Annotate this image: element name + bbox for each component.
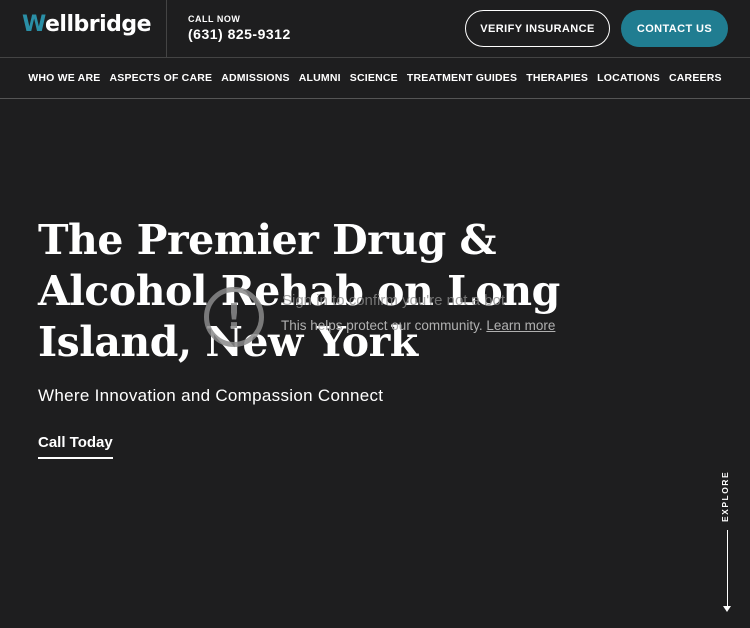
bot-check-title: Sign in to confirm you're not a bot (282, 292, 505, 309)
nav-item-who-we-are[interactable]: WHO WE ARE (28, 72, 100, 84)
explore-line (727, 530, 728, 610)
verify-insurance-button[interactable]: VERIFY INSURANCE (465, 10, 610, 47)
explore-label: EXPLORE (720, 470, 730, 522)
arrow-down-icon (723, 606, 731, 612)
main-nav: WHO WE ARE ASPECTS OF CARE ADMISSIONS AL… (0, 58, 750, 99)
nav-item-science[interactable]: SCIENCE (350, 72, 398, 84)
nav-item-alumni[interactable]: ALUMNI (299, 72, 341, 84)
learn-more-link[interactable]: Learn more (486, 318, 555, 333)
bot-check-text: This helps protect our community. Learn … (281, 318, 556, 333)
site-header: Wellbridge CALL NOW (631) 825-9312 VERIF… (0, 0, 750, 58)
contact-us-button[interactable]: CONTACT US (621, 10, 728, 47)
call-today-link[interactable]: Call Today (38, 434, 113, 459)
nav-item-locations[interactable]: LOCATIONS (597, 72, 660, 84)
nav-item-careers[interactable]: CAREERS (669, 72, 722, 84)
exclamation-circle-icon: ! (204, 287, 264, 347)
phone-number[interactable]: (631) 825-9312 (188, 26, 291, 42)
call-now-block[interactable]: CALL NOW (631) 825-9312 (188, 14, 291, 42)
hero-subtitle: Where Innovation and Compassion Connect (38, 386, 384, 405)
nav-item-therapies[interactable]: THERAPIES (526, 72, 588, 84)
nav-item-aspects-of-care[interactable]: ASPECTS OF CARE (109, 72, 212, 84)
nav-item-treatment-guides[interactable]: TREATMENT GUIDES (407, 72, 517, 84)
header-divider (166, 0, 167, 58)
explore-scroll[interactable]: EXPLORE (718, 470, 738, 615)
wellbridge-logo[interactable]: Wellbridge (22, 12, 152, 37)
nav-item-admissions[interactable]: ADMISSIONS (221, 72, 290, 84)
call-now-label: CALL NOW (188, 14, 241, 24)
